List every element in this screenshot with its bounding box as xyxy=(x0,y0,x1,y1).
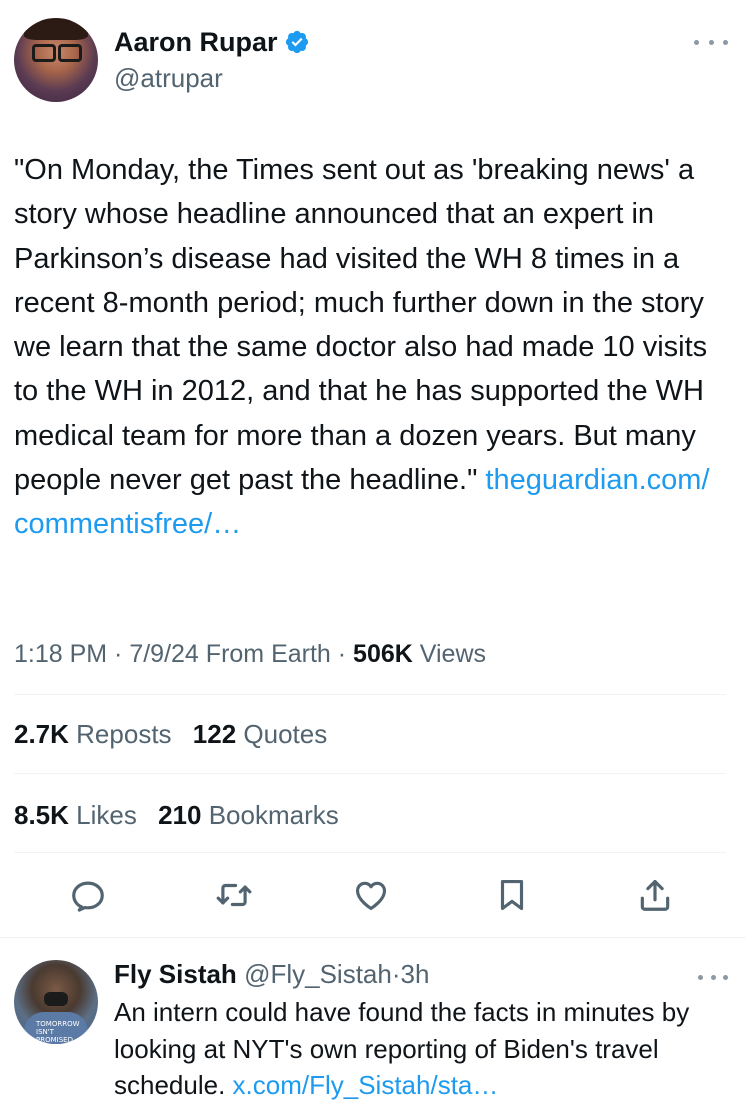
quotes-label: Quotes xyxy=(243,719,328,749)
divider xyxy=(14,694,726,695)
reply-display-name[interactable]: Fly Sistah xyxy=(114,959,237,989)
views-count: 506K xyxy=(353,640,413,668)
reply-author-avatar[interactable]: TOMORROW ISN'T PROMISED LESS THEN ANY xyxy=(14,960,98,1044)
tweet-header: Aaron Rupar @atrupar xyxy=(14,18,732,104)
likes-bookmarks-row: 8.5K Likes 210 Bookmarks xyxy=(14,797,339,833)
divider xyxy=(14,852,726,853)
tweet-text: "On Monday, the Times sent out as 'break… xyxy=(14,148,726,547)
like-button[interactable] xyxy=(346,870,396,920)
author-avatar[interactable] xyxy=(14,18,98,102)
reposts-count: 2.7K xyxy=(14,719,69,749)
reply-handle[interactable]: @Fly_Sistah xyxy=(244,959,392,989)
like-icon xyxy=(355,881,387,911)
tweet-date[interactable]: 7/9/24 xyxy=(129,640,199,668)
action-bar xyxy=(0,870,746,924)
author-name-row: Aaron Rupar xyxy=(114,26,310,58)
tweet-meta: 1:18 PM · 7/9/24 From Earth · 506K Views xyxy=(14,640,487,668)
tweet-text-body: "On Monday, the Times sent out as 'break… xyxy=(14,154,716,497)
reposts-label: Reposts xyxy=(76,719,172,749)
avatar-hair xyxy=(24,18,88,40)
divider xyxy=(14,773,726,774)
reply-text: An intern could have found the facts in … xyxy=(114,994,734,1104)
repost-button[interactable] xyxy=(209,870,259,920)
tweet-time[interactable]: 1:18 PM xyxy=(14,640,107,668)
reply-more-options-icon[interactable] xyxy=(698,968,728,986)
share-button[interactable] xyxy=(630,870,680,920)
reply-button[interactable] xyxy=(63,870,113,920)
likes-count: 8.5K xyxy=(14,800,69,830)
verified-badge-icon xyxy=(285,30,308,54)
reply-time[interactable]: 3h xyxy=(401,959,430,989)
avatar-mask xyxy=(44,992,68,1006)
reposts-quotes-row: 2.7K Reposts 122 Quotes xyxy=(14,716,327,752)
share-icon xyxy=(640,879,670,911)
more-options-icon[interactable] xyxy=(694,32,728,52)
quotes-count: 122 xyxy=(192,719,237,749)
avatar-shirt-text: TOMORROW ISN'T PROMISED LESS THEN ANY xyxy=(36,1020,80,1044)
reposts-stat[interactable]: 2.7K Reposts xyxy=(14,719,172,749)
bookmark-icon xyxy=(500,879,524,911)
reply-icon xyxy=(72,881,104,912)
reply-link[interactable]: x.com/Fly_Sistah/sta… xyxy=(233,1070,499,1100)
quotes-stat[interactable]: 122 Quotes xyxy=(193,719,327,749)
author-display-name[interactable]: Aaron Rupar xyxy=(114,26,278,58)
avatar-glasses xyxy=(32,44,82,62)
bookmarks-label: Bookmarks xyxy=(208,800,339,830)
likes-stat[interactable]: 8.5K Likes xyxy=(14,800,137,830)
reply-separator: · xyxy=(391,959,401,989)
reply-header: Fly Sistah @Fly_Sistah·3h xyxy=(114,956,429,992)
bookmark-button[interactable] xyxy=(487,870,537,920)
likes-label: Likes xyxy=(76,800,137,830)
reply-tweet[interactable]: TOMORROW ISN'T PROMISED LESS THEN ANY Fl… xyxy=(0,938,746,1107)
repost-icon xyxy=(216,883,252,907)
tweet-source: From Earth xyxy=(205,640,331,668)
author-handle[interactable]: @atrupar xyxy=(114,62,223,94)
bookmarks-count: 210 xyxy=(158,800,202,830)
bookmarks-stat[interactable]: 210 Bookmarks xyxy=(158,800,339,830)
views-label: Views xyxy=(419,640,487,668)
